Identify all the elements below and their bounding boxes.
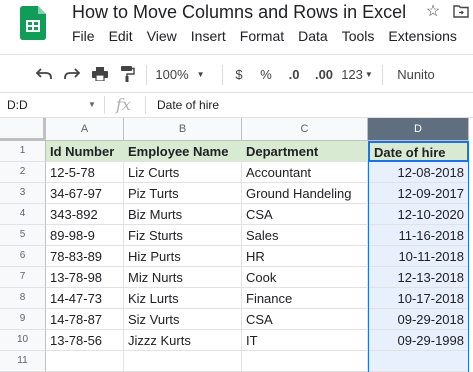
table-cell[interactable]: Finance [242,288,368,309]
number-format-select[interactable]: 123 ▼ [340,65,374,83]
table-cell[interactable]: Ground Handeling [242,183,368,204]
row-header-11[interactable]: 11 [0,351,46,372]
row-header-8[interactable]: 8 [0,288,46,309]
table-cell[interactable] [124,351,242,372]
toolbar: 100% ▼ $ % .0 .00 123 ▼ Nunito [0,54,473,92]
menu-file[interactable]: File [72,28,95,44]
table-cell[interactable]: CSA [242,309,368,330]
font-family-select[interactable]: Nunito [396,65,436,83]
chevron-down-icon: ▼ [196,69,205,79]
chevron-down-icon[interactable]: ▼ [88,100,96,109]
table-cell[interactable]: CSA [242,204,368,225]
row-header-9[interactable]: 9 [0,309,46,330]
table-cell[interactable]: 34-67-97 [46,183,124,204]
print-icon[interactable] [90,65,110,83]
undo-icon[interactable] [34,65,54,83]
select-all-corner[interactable] [0,118,46,141]
header-cell-id-number[interactable]: Id Number [46,141,124,162]
table-cell[interactable]: Jizzz Kurts [124,330,242,351]
table-cell[interactable] [242,351,368,372]
menu-data[interactable]: Data [298,28,328,44]
star-icon[interactable]: ☆ [424,2,442,20]
table-cell[interactable]: Kiz Lurts [124,288,242,309]
row-header-3[interactable]: 3 [0,183,46,204]
table-cell[interactable]: 13-78-56 [46,330,124,351]
table-cell[interactable]: 13-78-98 [46,267,124,288]
document-title[interactable]: How to Move Columns and Rows in Excel [72,2,406,23]
redo-icon[interactable] [62,65,82,83]
row-header-2[interactable]: 2 [0,162,46,183]
row-header-4[interactable]: 4 [0,204,46,225]
increase-decimal-button[interactable]: .00 [312,65,336,83]
table-cell[interactable]: Accountant [242,162,368,183]
column-header-a[interactable]: A [46,118,124,141]
formula-bar: D:D ▼ fx Date of hire [0,92,473,118]
table-cell[interactable]: Piz Turts [124,183,242,204]
column-header-c[interactable]: C [242,118,368,141]
row-header-5[interactable]: 5 [0,225,46,246]
table-cell[interactable]: HR [242,246,368,267]
header-cell-department[interactable]: Department [242,141,368,162]
name-box[interactable]: D:D [7,98,28,112]
menu-format[interactable]: Format [240,28,284,44]
row-header-6[interactable]: 6 [0,246,46,267]
table-cell[interactable]: Cook [242,267,368,288]
menu-insert[interactable]: Insert [191,28,226,44]
percent-format-button[interactable]: % [258,65,274,83]
chevron-down-icon: ▼ [364,69,373,79]
table-cell[interactable]: IT [242,330,368,351]
table-cell[interactable]: 14-78-87 [46,309,124,330]
menu-edit[interactable]: Edit [109,28,133,44]
table-cell[interactable]: 343-892 [46,204,124,225]
move-to-folder-icon[interactable] [452,2,470,20]
table-cell[interactable]: 14-47-73 [46,288,124,309]
number-format-label: 123 [341,66,363,82]
menu-extensions[interactable]: Extensions [388,28,456,44]
table-cell[interactable]: Fiz Sturts [124,225,242,246]
table-cell[interactable]: 89-98-9 [46,225,124,246]
table-cell[interactable]: 78-83-89 [46,246,124,267]
column-header-d[interactable]: D [368,118,469,141]
menu-bar: File Edit View Insert Format Data Tools … [72,28,471,44]
menu-view[interactable]: View [147,28,177,44]
table-cell[interactable]: Hiz Purts [124,246,242,267]
row-header-1[interactable]: 1 [0,141,46,162]
table-cell[interactable] [46,351,124,372]
table-cell[interactable]: Siz Vurts [124,309,242,330]
google-sheets-logo-icon[interactable] [20,6,46,40]
table-cell[interactable]: Liz Curts [124,162,242,183]
zoom-select[interactable]: 100% ▼ [155,65,205,83]
decrease-decimal-label: .0 [288,66,300,82]
header-cell-date-of-hire[interactable]: Date of hire [368,141,469,162]
column-selection-outline [368,162,469,372]
function-icon: fx [116,95,131,114]
table-cell[interactable]: Biz Murts [124,204,242,225]
decrease-decimal-button[interactable]: .0 [284,65,304,83]
paint-format-icon[interactable] [118,65,138,83]
table-cell[interactable]: Miz Nurts [124,267,242,288]
currency-format-button[interactable]: $ [232,65,246,83]
column-header-b[interactable]: B [124,118,242,141]
table-cell[interactable]: Sales [242,225,368,246]
increase-decimal-label: .00 [314,66,334,82]
zoom-value: 100% [155,66,189,82]
row-header-7[interactable]: 7 [0,267,46,288]
menu-tools[interactable]: Tools [342,28,375,44]
table-cell[interactable]: 12-5-78 [46,162,124,183]
header-cell-employee-name[interactable]: Employee Name [124,141,242,162]
row-header-10[interactable]: 10 [0,330,46,351]
formula-input[interactable]: Date of hire [157,98,219,112]
